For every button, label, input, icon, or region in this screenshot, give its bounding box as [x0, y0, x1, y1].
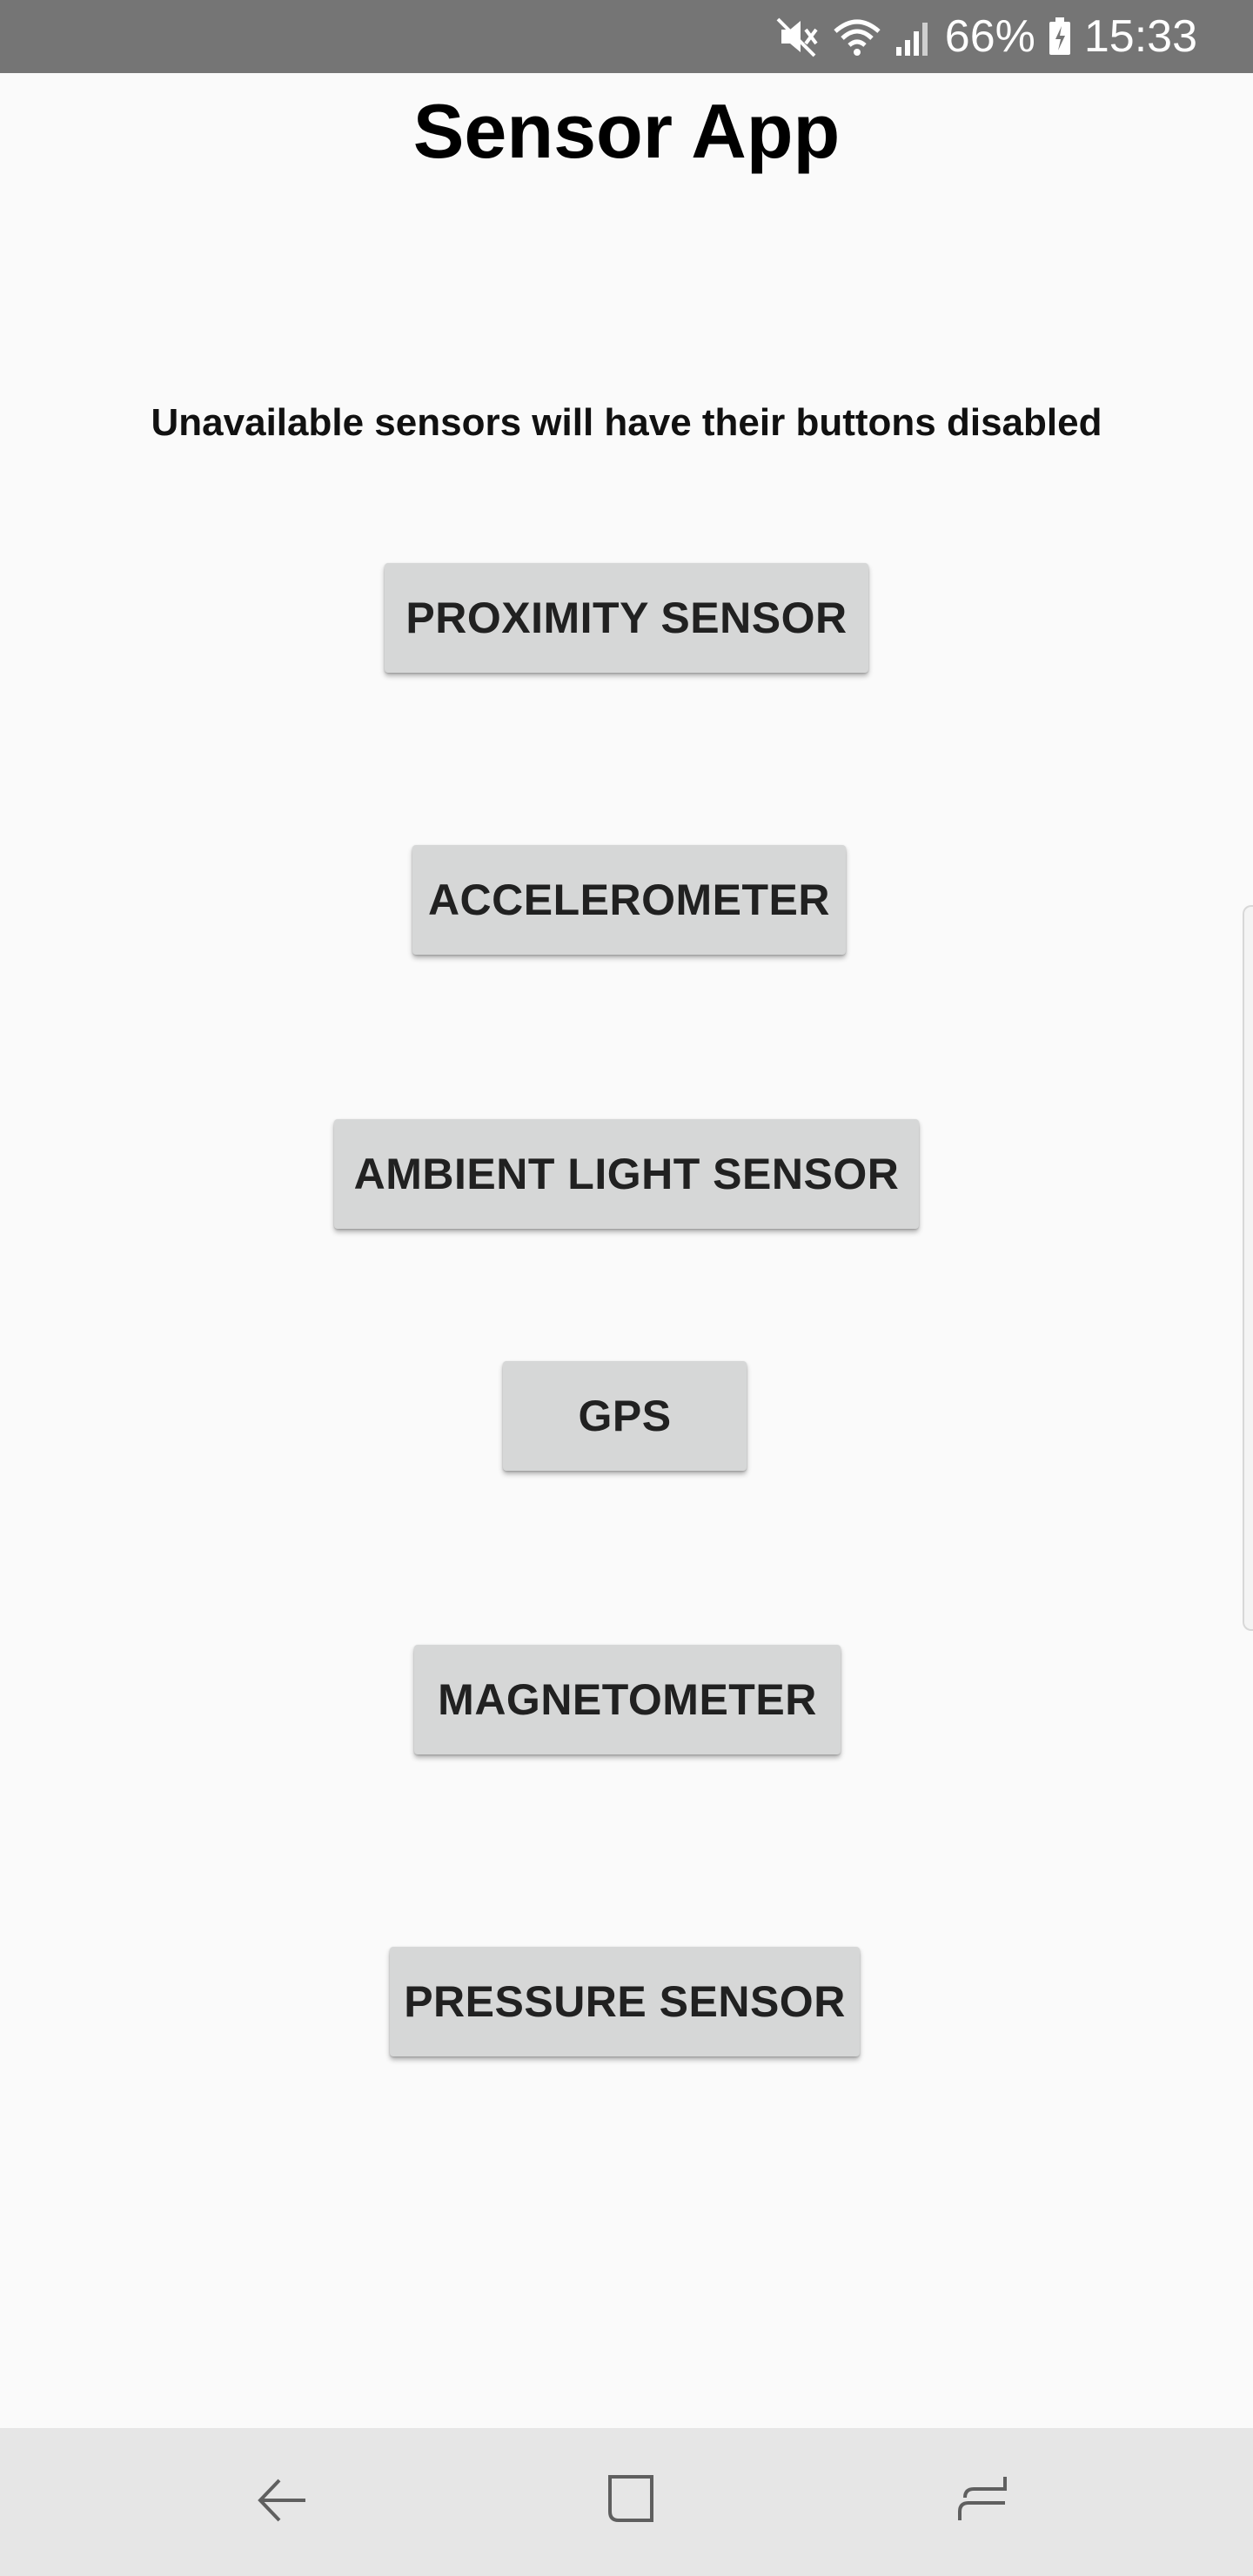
home-button[interactable]	[588, 2459, 675, 2546]
status-bar: 66% 15:33	[0, 0, 1253, 73]
info-text: Unavailable sensors will have their butt…	[151, 401, 1102, 444]
proximity-sensor-button[interactable]: PROXIMITY SENSOR	[385, 563, 868, 673]
edge-panel-handle[interactable]	[1243, 905, 1253, 1631]
mute-icon	[774, 14, 820, 59]
recent-apps-icon	[953, 2470, 1014, 2535]
back-icon	[251, 2470, 312, 2535]
magnetometer-button[interactable]: MAGNETOMETER	[414, 1645, 841, 1754]
gps-button[interactable]: GPS	[503, 1361, 747, 1471]
battery-charging-icon	[1048, 14, 1072, 59]
accelerometer-button[interactable]: ACCELEROMETER	[412, 845, 846, 955]
clock: 15:33	[1083, 11, 1197, 62]
navigation-bar	[0, 2428, 1253, 2576]
recent-apps-button[interactable]	[940, 2459, 1027, 2546]
pressure-sensor-button[interactable]: PRESSURE SENSOR	[390, 1947, 860, 2056]
wifi-icon	[832, 14, 882, 59]
page-title: Sensor App	[412, 88, 841, 174]
battery-percent: 66%	[944, 11, 1035, 62]
back-button[interactable]	[238, 2459, 325, 2546]
ambient-light-sensor-button[interactable]: AMBIENT LIGHT SENSOR	[334, 1119, 919, 1229]
home-icon	[601, 2470, 662, 2535]
signal-icon	[895, 14, 933, 59]
status-icons: 66% 15:33	[774, 0, 1197, 73]
